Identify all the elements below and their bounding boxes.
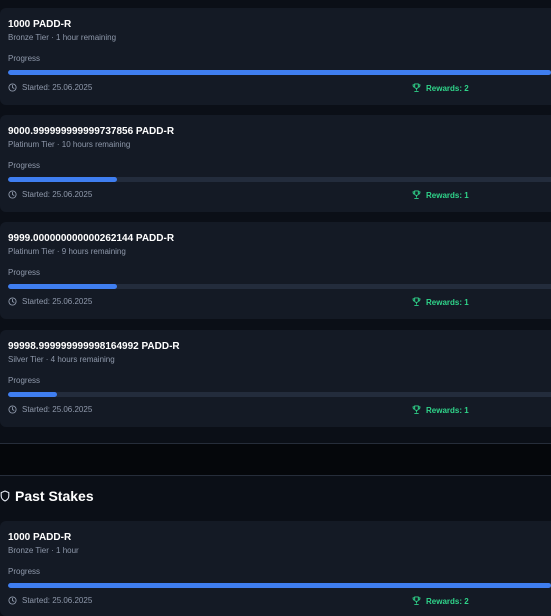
- rewards-count: Rewards: 1: [412, 297, 469, 307]
- trophy-icon: [412, 83, 421, 93]
- trophy-icon: [412, 405, 421, 415]
- stake-card[interactable]: 9999.000000000000262144 PADD-R Platinum …: [0, 222, 551, 319]
- section-gap: [0, 444, 551, 475]
- started-date: Started: 25.06.2025: [8, 596, 92, 605]
- trophy-icon: [412, 190, 421, 200]
- stake-tier-time: Bronze Tier · 1 hour: [8, 546, 79, 555]
- progress-label: Progress: [8, 376, 41, 385]
- progress-label: Progress: [8, 161, 41, 170]
- started-date-text: Started: 25.06.2025: [22, 596, 93, 605]
- clock-icon: [8, 405, 17, 414]
- rewards-text: Rewards: 1: [426, 297, 469, 307]
- rewards-count: Rewards: 2: [412, 596, 469, 606]
- stake-tier-time: Silver Tier · 4 hours remaining: [8, 355, 115, 364]
- progress-fill: [8, 70, 551, 75]
- stake-tier-time: Platinum Tier · 10 hours remaining: [8, 140, 131, 149]
- started-date: Started: 25.06.2025: [8, 405, 92, 414]
- clock-icon: [8, 83, 17, 92]
- stakes-page: 1000 PADD-R Bronze Tier · 1 hour remaini…: [0, 0, 551, 616]
- started-date-text: Started: 25.06.2025: [22, 190, 93, 199]
- rewards-count: Rewards: 1: [412, 405, 469, 415]
- stake-amount: 99998.999999999998164992 PADD-R: [8, 341, 180, 352]
- progress-label: Progress: [8, 268, 41, 277]
- stake-card[interactable]: 1000 PADD-R Bronze Tier · 1 hour Progres…: [0, 521, 551, 616]
- stake-card[interactable]: 99998.999999999998164992 PADD-R Silver T…: [0, 330, 551, 427]
- stake-amount: 1000 PADD-R: [8, 532, 72, 543]
- section-divider: [0, 475, 551, 476]
- rewards-count: Rewards: 2: [412, 83, 469, 93]
- rewards-text: Rewards: 2: [426, 596, 469, 606]
- stake-tier-time: Platinum Tier · 9 hours remaining: [8, 247, 126, 256]
- started-date-text: Started: 25.06.2025: [22, 297, 93, 306]
- stake-tier-time: Bronze Tier · 1 hour remaining: [8, 33, 117, 42]
- stake-amount: 9000.999999999999737856 PADD-R: [8, 126, 175, 137]
- clock-icon: [8, 297, 17, 306]
- stake-amount: 1000 PADD-R: [8, 19, 72, 30]
- started-date: Started: 25.06.2025: [8, 297, 92, 306]
- clock-icon: [8, 190, 17, 199]
- progress-bar: [8, 70, 551, 75]
- progress-bar: [8, 284, 551, 289]
- rewards-text: Rewards: 1: [426, 405, 469, 415]
- stake-card[interactable]: 1000 PADD-R Bronze Tier · 1 hour remaini…: [0, 8, 551, 105]
- trophy-icon: [412, 596, 421, 606]
- progress-label: Progress: [8, 567, 41, 576]
- past-stakes-heading: Past Stakes: [0, 488, 94, 504]
- started-date-text: Started: 25.06.2025: [22, 83, 93, 92]
- progress-fill: [8, 583, 551, 588]
- stake-amount: 9999.000000000000262144 PADD-R: [8, 233, 175, 244]
- progress-fill: [8, 392, 57, 397]
- progress-fill: [8, 284, 117, 289]
- started-date-text: Started: 25.06.2025: [22, 405, 93, 414]
- progress-label: Progress: [8, 54, 41, 63]
- clock-icon: [8, 596, 17, 605]
- started-date: Started: 25.06.2025: [8, 83, 92, 92]
- progress-bar: [8, 583, 551, 588]
- progress-fill: [8, 177, 117, 182]
- shield-icon: [0, 490, 10, 502]
- stake-card[interactable]: 9000.999999999999737856 PADD-R Platinum …: [0, 115, 551, 212]
- rewards-text: Rewards: 2: [426, 83, 469, 93]
- progress-bar: [8, 392, 551, 397]
- rewards-count: Rewards: 1: [412, 190, 469, 200]
- started-date: Started: 25.06.2025: [8, 190, 92, 199]
- rewards-text: Rewards: 1: [426, 190, 469, 200]
- trophy-icon: [412, 297, 421, 307]
- past-stakes-title: Past Stakes: [15, 488, 94, 504]
- progress-bar: [8, 177, 551, 182]
